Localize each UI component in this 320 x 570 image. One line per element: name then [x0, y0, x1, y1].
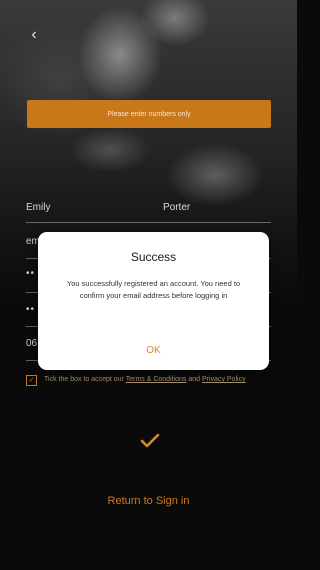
terms-text: Tick the box to accept our Terms & Condi…: [44, 374, 246, 386]
dialog-message: You successfully registered an account. …: [66, 279, 241, 300]
terms-link[interactable]: Terms & Conditions: [126, 376, 187, 383]
error-banner: Please enter numbers only: [27, 100, 271, 128]
back-chevron-icon[interactable]: ‹: [27, 27, 41, 43]
return-to-sign-in-link[interactable]: Return to Sign in: [0, 495, 297, 507]
error-banner-text: Please enter numbers only: [107, 110, 191, 118]
last-name-field[interactable]: Porter: [163, 202, 190, 213]
date-of-birth-field[interactable]: 06: [26, 338, 37, 349]
privacy-link[interactable]: Privacy Policy: [202, 376, 246, 383]
register-screen: ‹ Please enter numbers only Emily Porter…: [0, 0, 297, 570]
password-field[interactable]: ••: [26, 268, 35, 279]
dialog-title: Success: [130, 250, 177, 264]
terms-and: and: [186, 376, 202, 383]
dialog-ok-button[interactable]: OK: [38, 345, 269, 356]
confirm-password-field[interactable]: ••: [26, 304, 35, 315]
submit-checkmark-icon[interactable]: [139, 430, 161, 452]
terms-row: ✓ Tick the box to accept our Terms & Con…: [26, 374, 274, 386]
divider: [26, 222, 271, 223]
first-name-field[interactable]: Emily: [26, 202, 50, 213]
checkmark-icon: [140, 433, 160, 448]
terms-checkbox[interactable]: ✓: [26, 375, 37, 386]
success-dialog: Success You successfully registered an a…: [38, 232, 269, 370]
terms-prefix: Tick the box to accept our: [44, 376, 126, 383]
